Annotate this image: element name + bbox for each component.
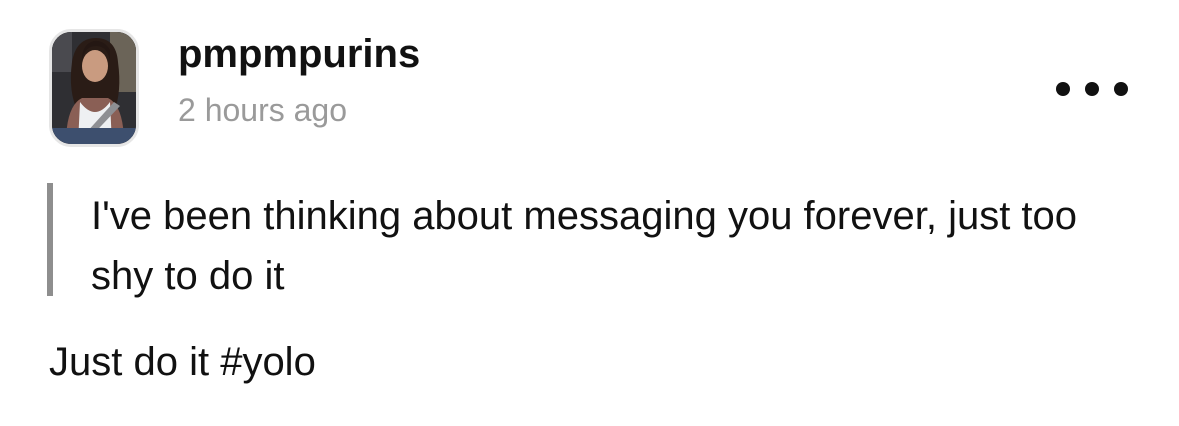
more-dot — [1114, 82, 1128, 96]
more-dot — [1056, 82, 1070, 96]
post-timestamp: 2 hours ago — [178, 92, 348, 128]
avatar-photo — [52, 32, 136, 144]
reply-message: Just do it #yolo — [49, 340, 316, 384]
quoted-message: I've been thinking about messaging you f… — [91, 194, 1078, 298]
more-options-button[interactable] — [1056, 74, 1128, 104]
username[interactable]: pmpmpurins — [178, 32, 420, 77]
avatar[interactable] — [49, 29, 139, 147]
quote-bar — [47, 183, 53, 296]
more-dot — [1085, 82, 1099, 96]
